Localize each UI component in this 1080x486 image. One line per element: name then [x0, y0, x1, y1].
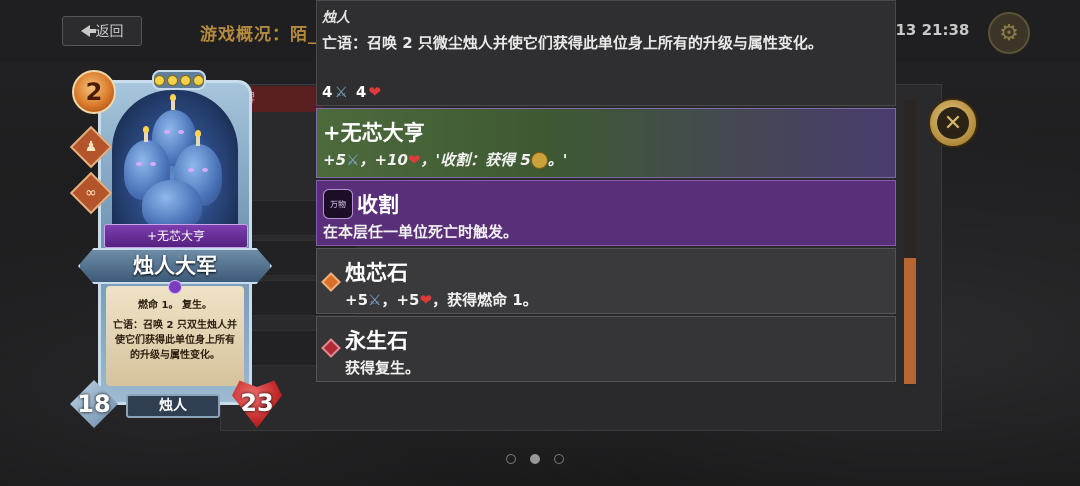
back-arrow-icon	[80, 25, 96, 37]
popup-header: 烛人 亡语：召唤 2 只微尘烛人并使它们获得此单位身上所有的升级与属性变化。 4…	[316, 0, 896, 106]
datetime: /13 21:38	[890, 21, 970, 39]
close-button[interactable]: ✕	[928, 98, 978, 148]
page-dot[interactable]	[554, 454, 564, 464]
eternal-stone-icon	[321, 338, 341, 358]
base-stats: 4 ⚔ 4 ❤	[322, 83, 381, 101]
close-icon: ✕	[937, 107, 969, 139]
base-attack: 4	[322, 83, 333, 101]
card-name: 烛人大军	[78, 248, 272, 284]
harvest-row[interactable]: 万物 收割 在本层任一单位死亡时触发。	[316, 180, 896, 246]
detail-popup: 烛人 亡语：召唤 2 只微尘烛人并使它们获得此单位身上所有的升级与属性变化。 4…	[316, 0, 896, 384]
heart-icon: ❤	[407, 151, 421, 169]
wick-stone-detail: +5⚔，+5❤，获得燃命 1。	[345, 291, 538, 309]
tribe-italic: 烛人	[322, 10, 350, 26]
harvest-icon: 万物	[323, 189, 353, 219]
heart-icon: ❤	[419, 291, 433, 309]
pagination-dots	[506, 454, 564, 464]
gear-icon: ⚙	[999, 20, 1019, 46]
unit-card[interactable]: 2 ♟ ∞ +无芯大亨 烛人大军 燃命 1。 复生。 亡语：召唤 2 只双生烛人…	[66, 62, 284, 432]
wick-stone-title: 烛芯石	[345, 261, 408, 285]
eternal-stone-row[interactable]: 永生石 获得复生。	[316, 316, 896, 382]
upgrade-detail: +5⚔，+10❤，'收割：获得 5 。'	[323, 151, 568, 169]
card-keywords: 燃命 1。 复生。	[138, 300, 212, 311]
heart-icon: ❤	[368, 83, 381, 101]
back-button[interactable]: 返回	[62, 16, 142, 46]
sword-icon: ⚔	[368, 291, 382, 309]
base-health: 4	[355, 83, 367, 101]
eternal-stone-detail: 获得复生。	[345, 359, 421, 377]
wick-stone-row[interactable]: 烛芯石 +5⚔，+5❤，获得燃命 1。	[316, 248, 896, 314]
card-text-box: 燃命 1。 复生。 亡语：召唤 2 只双生烛人并使它们获得此单位身上所有的升级与…	[106, 286, 244, 386]
harvest-detail: 在本层任一单位死亡时触发。	[323, 223, 519, 241]
upgrade-row[interactable]: +无芯大亨 +5⚔，+10❤，'收割：获得 5 。'	[316, 108, 896, 178]
settings-button[interactable]: ⚙	[988, 12, 1030, 54]
tribe-label: 烛人	[126, 394, 220, 418]
upgrade-title: +无芯大亨	[323, 121, 425, 145]
cost-badge: 2	[72, 70, 116, 114]
health-badge: 23	[232, 380, 282, 428]
sword-icon: ⚔	[346, 151, 360, 169]
back-label: 返回	[95, 24, 124, 40]
page-dot-active[interactable]	[530, 454, 540, 464]
card-description: 亡语：召唤 2 只双生烛人并使它们获得此单位身上所有的升级与属性变化。	[113, 320, 237, 361]
star-gems	[152, 70, 206, 90]
page-dot[interactable]	[506, 454, 516, 464]
sword-icon: ⚔	[334, 83, 348, 101]
harvest-title: 收割	[357, 193, 399, 217]
scrollbar-thumb[interactable]	[904, 258, 916, 384]
game-overview-label: 游戏概况：陌_	[200, 25, 318, 45]
wick-stone-icon	[321, 272, 341, 292]
coin-icon	[530, 152, 548, 169]
gem-icon	[168, 280, 182, 294]
eternal-stone-title: 永生石	[345, 329, 408, 353]
deathrattle-text: 亡语：召唤 2 只微尘烛人并使它们获得此单位身上所有的升级与属性变化。	[322, 34, 823, 52]
upgrade-ribbon: +无芯大亨	[104, 224, 248, 248]
